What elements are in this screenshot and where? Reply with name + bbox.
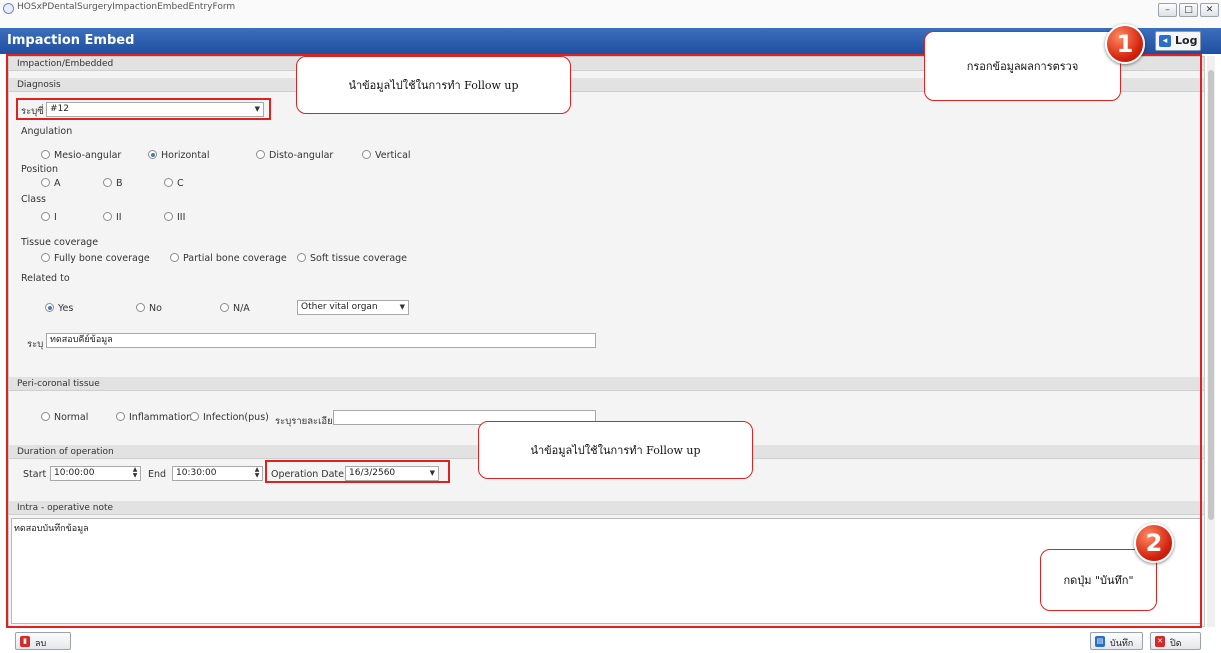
log-label: Log bbox=[1175, 34, 1198, 47]
window-titlebar: HOSxPDentalSurgeryImpactionEmbedEntryFor… bbox=[0, 0, 1221, 28]
save-button[interactable]: ▤ บันทึก bbox=[1090, 632, 1143, 650]
close-window-button[interactable]: ✕ bbox=[1200, 3, 1219, 17]
step2-badge: 2 bbox=[1134, 523, 1174, 563]
followup-callout-top: นำข้อมูลไปใช้ในการทำ Follow up bbox=[296, 56, 571, 114]
trash-icon: ▮ bbox=[20, 636, 30, 647]
step1-badge: 1 bbox=[1105, 24, 1145, 64]
minimize-button[interactable]: – bbox=[1158, 3, 1177, 17]
step1-callout: กรอกข้อมูลผลการตรวจ bbox=[924, 31, 1121, 101]
window-title: HOSxPDentalSurgeryImpactionEmbedEntryFor… bbox=[17, 2, 236, 12]
maximize-button[interactable]: □ bbox=[1179, 3, 1198, 17]
save-label: บันทึก bbox=[1110, 639, 1134, 649]
floppy-disk-icon: ▤ bbox=[1095, 636, 1105, 647]
log-button[interactable]: ◂ Log bbox=[1155, 31, 1201, 51]
log-icon: ◂ bbox=[1159, 35, 1171, 47]
close-button[interactable]: ✕ ปิด bbox=[1150, 632, 1201, 650]
step2-callout: กดปุ่ม "บันทึก" bbox=[1040, 549, 1157, 611]
form-highlight-box bbox=[6, 54, 1202, 628]
close-label: ปิด bbox=[1170, 639, 1182, 649]
delete-button[interactable]: ▮ ลบ bbox=[15, 632, 71, 650]
scrollbar-thumb[interactable] bbox=[1208, 70, 1214, 520]
delete-label: ลบ bbox=[35, 639, 47, 649]
form-title: Impaction Embed bbox=[7, 33, 135, 48]
close-icon: ✕ bbox=[1155, 636, 1165, 647]
followup-callout-middle: นำข้อมูลไปใช้ในการทำ Follow up bbox=[478, 421, 753, 479]
app-icon bbox=[3, 3, 14, 14]
